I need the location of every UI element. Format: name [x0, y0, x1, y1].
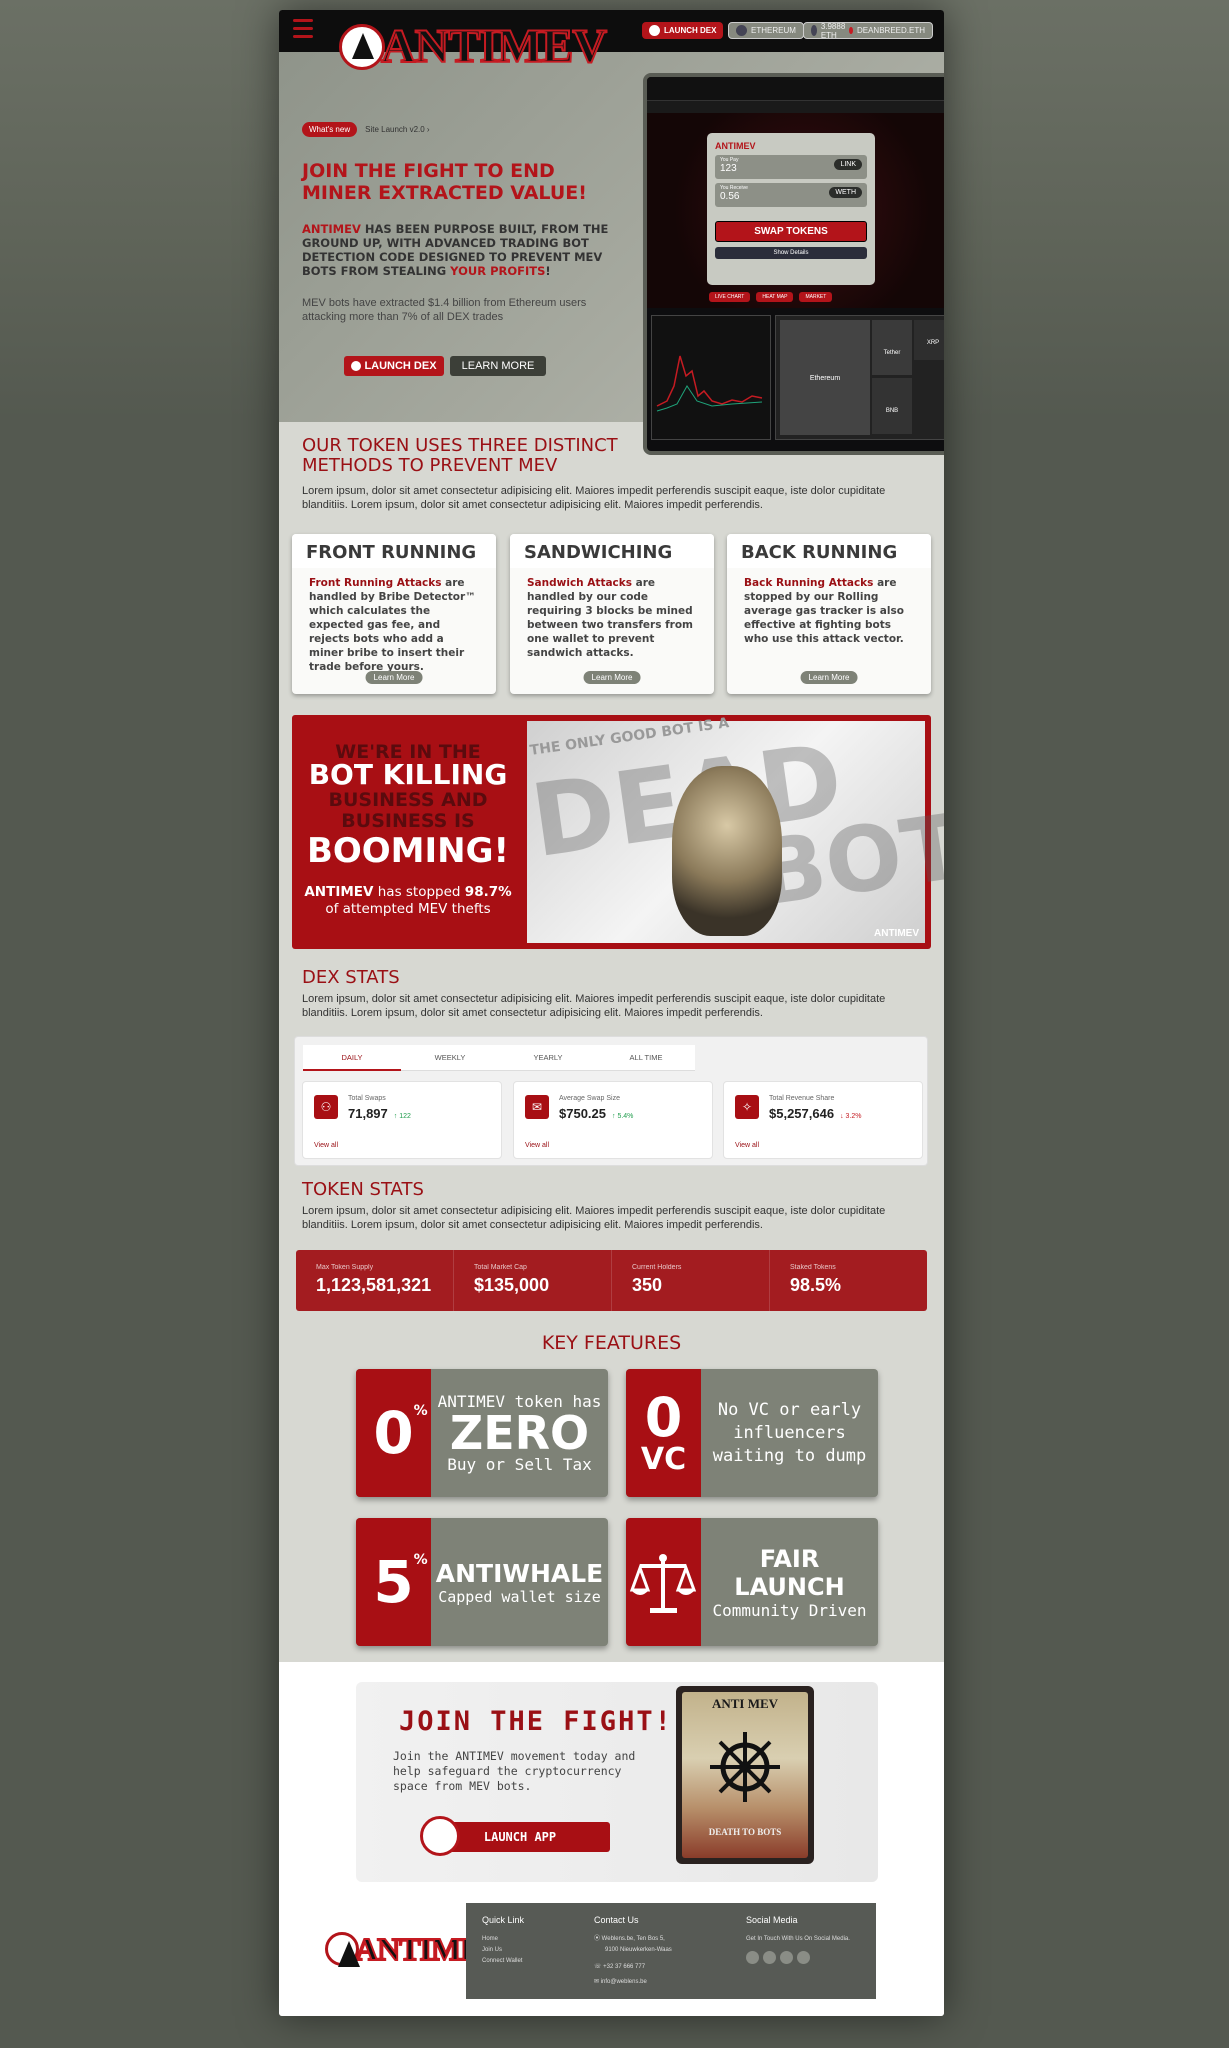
footer-link-join[interactable]: Join Us	[482, 1945, 524, 1956]
bot-wheel-illustration	[710, 1732, 780, 1802]
mockup-heat-map: Ethereum Tether BNB XRP	[775, 315, 944, 440]
users-icon: ⚇	[314, 1095, 338, 1119]
instagram-icon[interactable]	[780, 1951, 793, 1964]
view-all-link[interactable]: View all	[525, 1142, 549, 1149]
phone-icon: ☏	[594, 1964, 604, 1970]
max-supply-stat: Max Token Supply 1,123,581,321	[296, 1250, 454, 1311]
no-vc-feature: 0 VC No VC or early influencers waiting t…	[626, 1369, 878, 1497]
key-features-title: KEY FEATURES	[541, 1332, 682, 1354]
tab-daily[interactable]: DAILY	[303, 1045, 401, 1071]
learn-more-button[interactable]: Learn More	[365, 671, 423, 684]
mockup-price-chart	[651, 315, 771, 440]
brand-logo[interactable]: ANTIMEV	[339, 14, 608, 80]
antimev-logo-icon	[420, 1816, 460, 1856]
tab-weekly[interactable]: WEEKLY	[401, 1045, 499, 1071]
avatar	[849, 27, 853, 34]
footer-links: Quick Link Home Join Us Connect Wallet C…	[466, 1903, 876, 1999]
dex-stats-text: Lorem ipsum, dolor sit amet consectetur …	[302, 993, 886, 1019]
quick-links: Quick Link Home Join Us Connect Wallet	[482, 1915, 524, 1967]
antimev-logo-icon	[325, 1932, 360, 1967]
book-cover-front: ANTI MEV DEATH TO BOTS	[676, 1686, 814, 1864]
back-running-card: BACK RUNNING Back Running Attacks are st…	[727, 534, 931, 694]
fair-launch-feature: FAIR LAUNCH Community Driven	[626, 1518, 878, 1646]
dex-app-mockup: ANTIMEV You Pay 123 LINK You Receive 0.56 WE…	[643, 73, 944, 455]
social-media: Social Media Get In Touch With Us On Soc…	[746, 1915, 850, 1969]
stats-tabs: DAILY WEEKLY YEARLY ALL TIME	[303, 1045, 695, 1071]
footer-link-home[interactable]: Home	[482, 1934, 524, 1945]
antimev-logo-icon	[649, 25, 660, 36]
hero-paragraph: MEV bots have extracted $1.4 billion fro…	[302, 297, 587, 323]
total-swaps-card: ⚇ Total Swaps 71,897 ↑ 122 View all	[302, 1081, 502, 1159]
pay-field: You Pay 123 LINK	[715, 155, 867, 179]
learn-more-button[interactable]: Learn More	[800, 671, 858, 684]
revenue-share-card: ✧ Total Revenue Share $5,257,646 ↓ 3.2% V…	[723, 1081, 923, 1159]
swap-widget-logo: ANTIMEV	[715, 141, 756, 151]
show-details-button: Show Details	[715, 247, 867, 259]
launch-dex-pill[interactable]: LAUNCH DEX	[642, 22, 724, 39]
hero-subtitle: ANTIMEV HAS BEEN PURPOSE BUILT, FROM THE…	[302, 222, 609, 278]
token-stats-text: Lorem ipsum, dolor sit amet consectetur …	[302, 1205, 886, 1231]
antimev-logo-icon	[351, 361, 362, 371]
view-all-link[interactable]: View all	[735, 1142, 759, 1149]
whats-new-badge: What's new	[302, 122, 358, 137]
site-page: LAUNCH DEX ETHEREUM 3.9888 ETH DEANBREED.…	[279, 10, 944, 2016]
receive-field: You Receive 0.56 WETH	[715, 183, 867, 207]
whats-new[interactable]: What's new Site Launch v2.0 ›	[302, 122, 430, 137]
wallet-button[interactable]: 3.9888 ETH DEANBREED.ETH	[803, 22, 933, 40]
whats-new-text: Site Launch v2.0 ›	[365, 125, 430, 134]
swap-tokens-button: SWAP TOKENS	[715, 221, 867, 242]
bot-killing-banner: WE'RE IN THE BOT KILLING BUSINESS AND BU…	[292, 715, 944, 949]
average-swap-card: ✉ Average Swap Size $750.25 ↑ 5.4% View a…	[513, 1081, 713, 1159]
location-icon: ⦿	[594, 1936, 602, 1942]
scales-icon	[629, 1554, 697, 1613]
discord-icon[interactable]	[797, 1951, 810, 1964]
launch-dex-button[interactable]: LAUNCH DEX	[344, 356, 444, 376]
swap-widget: ANTIMEV You Pay 123 LINK You Receive 0.56 WE…	[707, 133, 875, 285]
methods-title: OUR TOKEN USES THREE DISTINCT METHODS TO…	[302, 435, 618, 476]
mockup-tabs: LIVE CHART HEAT MAP MARKET	[709, 292, 833, 302]
methods-text: Lorem ipsum, dolor sit amet consectetur …	[302, 485, 886, 511]
inbox-icon: ✉	[525, 1095, 549, 1119]
token-stats-section: TOKEN STATS Lorem ipsum, dolor sit amet …	[302, 1180, 922, 1232]
join-fight-section: JOIN THE FIGHT! Join the ANTIMEV movemen…	[356, 1682, 878, 1882]
telegram-icon[interactable]	[746, 1951, 759, 1964]
mockup-navbar	[647, 77, 944, 101]
methods-section: OUR TOKEN USES THREE DISTINCT METHODS TO…	[302, 436, 922, 512]
menu-icon[interactable]	[293, 19, 313, 41]
token-stats-bar: Max Token Supply 1,123,581,321 Total Mark…	[296, 1250, 927, 1311]
join-text: Join the ANTIMEV movement today and help…	[393, 1749, 636, 1793]
join-title: JOIN THE FIGHT!	[399, 1706, 673, 1737]
front-running-card: FRONT RUNNING Front Running Attacks are …	[292, 534, 496, 694]
antiwhale-feature: 5% ANTIWHALE Capped wallet size	[356, 1518, 608, 1646]
ethereum-icon	[736, 25, 747, 36]
cursor-click-icon: ✧	[735, 1095, 759, 1119]
contact-us: Contact Us ⦿ Weblens.be, Ten Bos 5, 9100…	[594, 1915, 672, 1985]
network-selector[interactable]: ETHEREUM	[728, 22, 804, 39]
holders-stat: Current Holders 350	[612, 1250, 770, 1311]
token-stats-title: TOKEN STATS	[302, 1179, 424, 1200]
view-all-link[interactable]: View all	[314, 1142, 338, 1149]
dex-stats-title: DEX STATS	[302, 967, 400, 988]
staked-stat: Staked Tokens 98.5%	[790, 1264, 842, 1295]
robot-skull-illustration	[672, 766, 782, 936]
footer-link-connect-wallet[interactable]: Connect Wallet	[482, 1956, 524, 1967]
launch-app-button[interactable]: LAUNCH APP	[420, 1816, 610, 1856]
learn-more-button[interactable]: Learn More	[583, 671, 641, 684]
mockup-ticker	[647, 101, 944, 113]
hero-headline: JOIN THE FIGHT TO END MINER EXTRACTED VA…	[302, 160, 587, 204]
market-cap-stat: Total Market Cap $135,000	[454, 1250, 612, 1311]
dex-stats-section: DEX STATS Lorem ipsum, dolor sit amet co…	[302, 968, 922, 1020]
ethereum-icon	[811, 25, 817, 36]
zero-tax-feature: 0% ANTIMEV token has ZERO Buy or Sell Ta…	[356, 1369, 608, 1497]
mail-icon: ✉	[594, 1979, 601, 1985]
tab-yearly[interactable]: YEARLY	[499, 1045, 597, 1071]
learn-more-button[interactable]: LEARN MORE	[450, 356, 546, 376]
twitter-icon[interactable]	[763, 1951, 776, 1964]
sandwiching-card: SANDWICHING Sandwich Attacks are handled…	[510, 534, 714, 694]
dead-bot-image: THE ONLY GOOD BOT IS A DEAD BOT ANTIMEV	[524, 715, 944, 943]
tab-all-time[interactable]: ALL TIME	[597, 1045, 695, 1071]
banner-text: WE'RE IN THE BOT KILLING BUSINESS AND BU…	[304, 741, 512, 918]
antimev-logo-icon	[339, 24, 385, 70]
dex-stats-panel: DAILY WEEKLY YEARLY ALL TIME ⚇ Total Swa…	[294, 1036, 928, 1166]
